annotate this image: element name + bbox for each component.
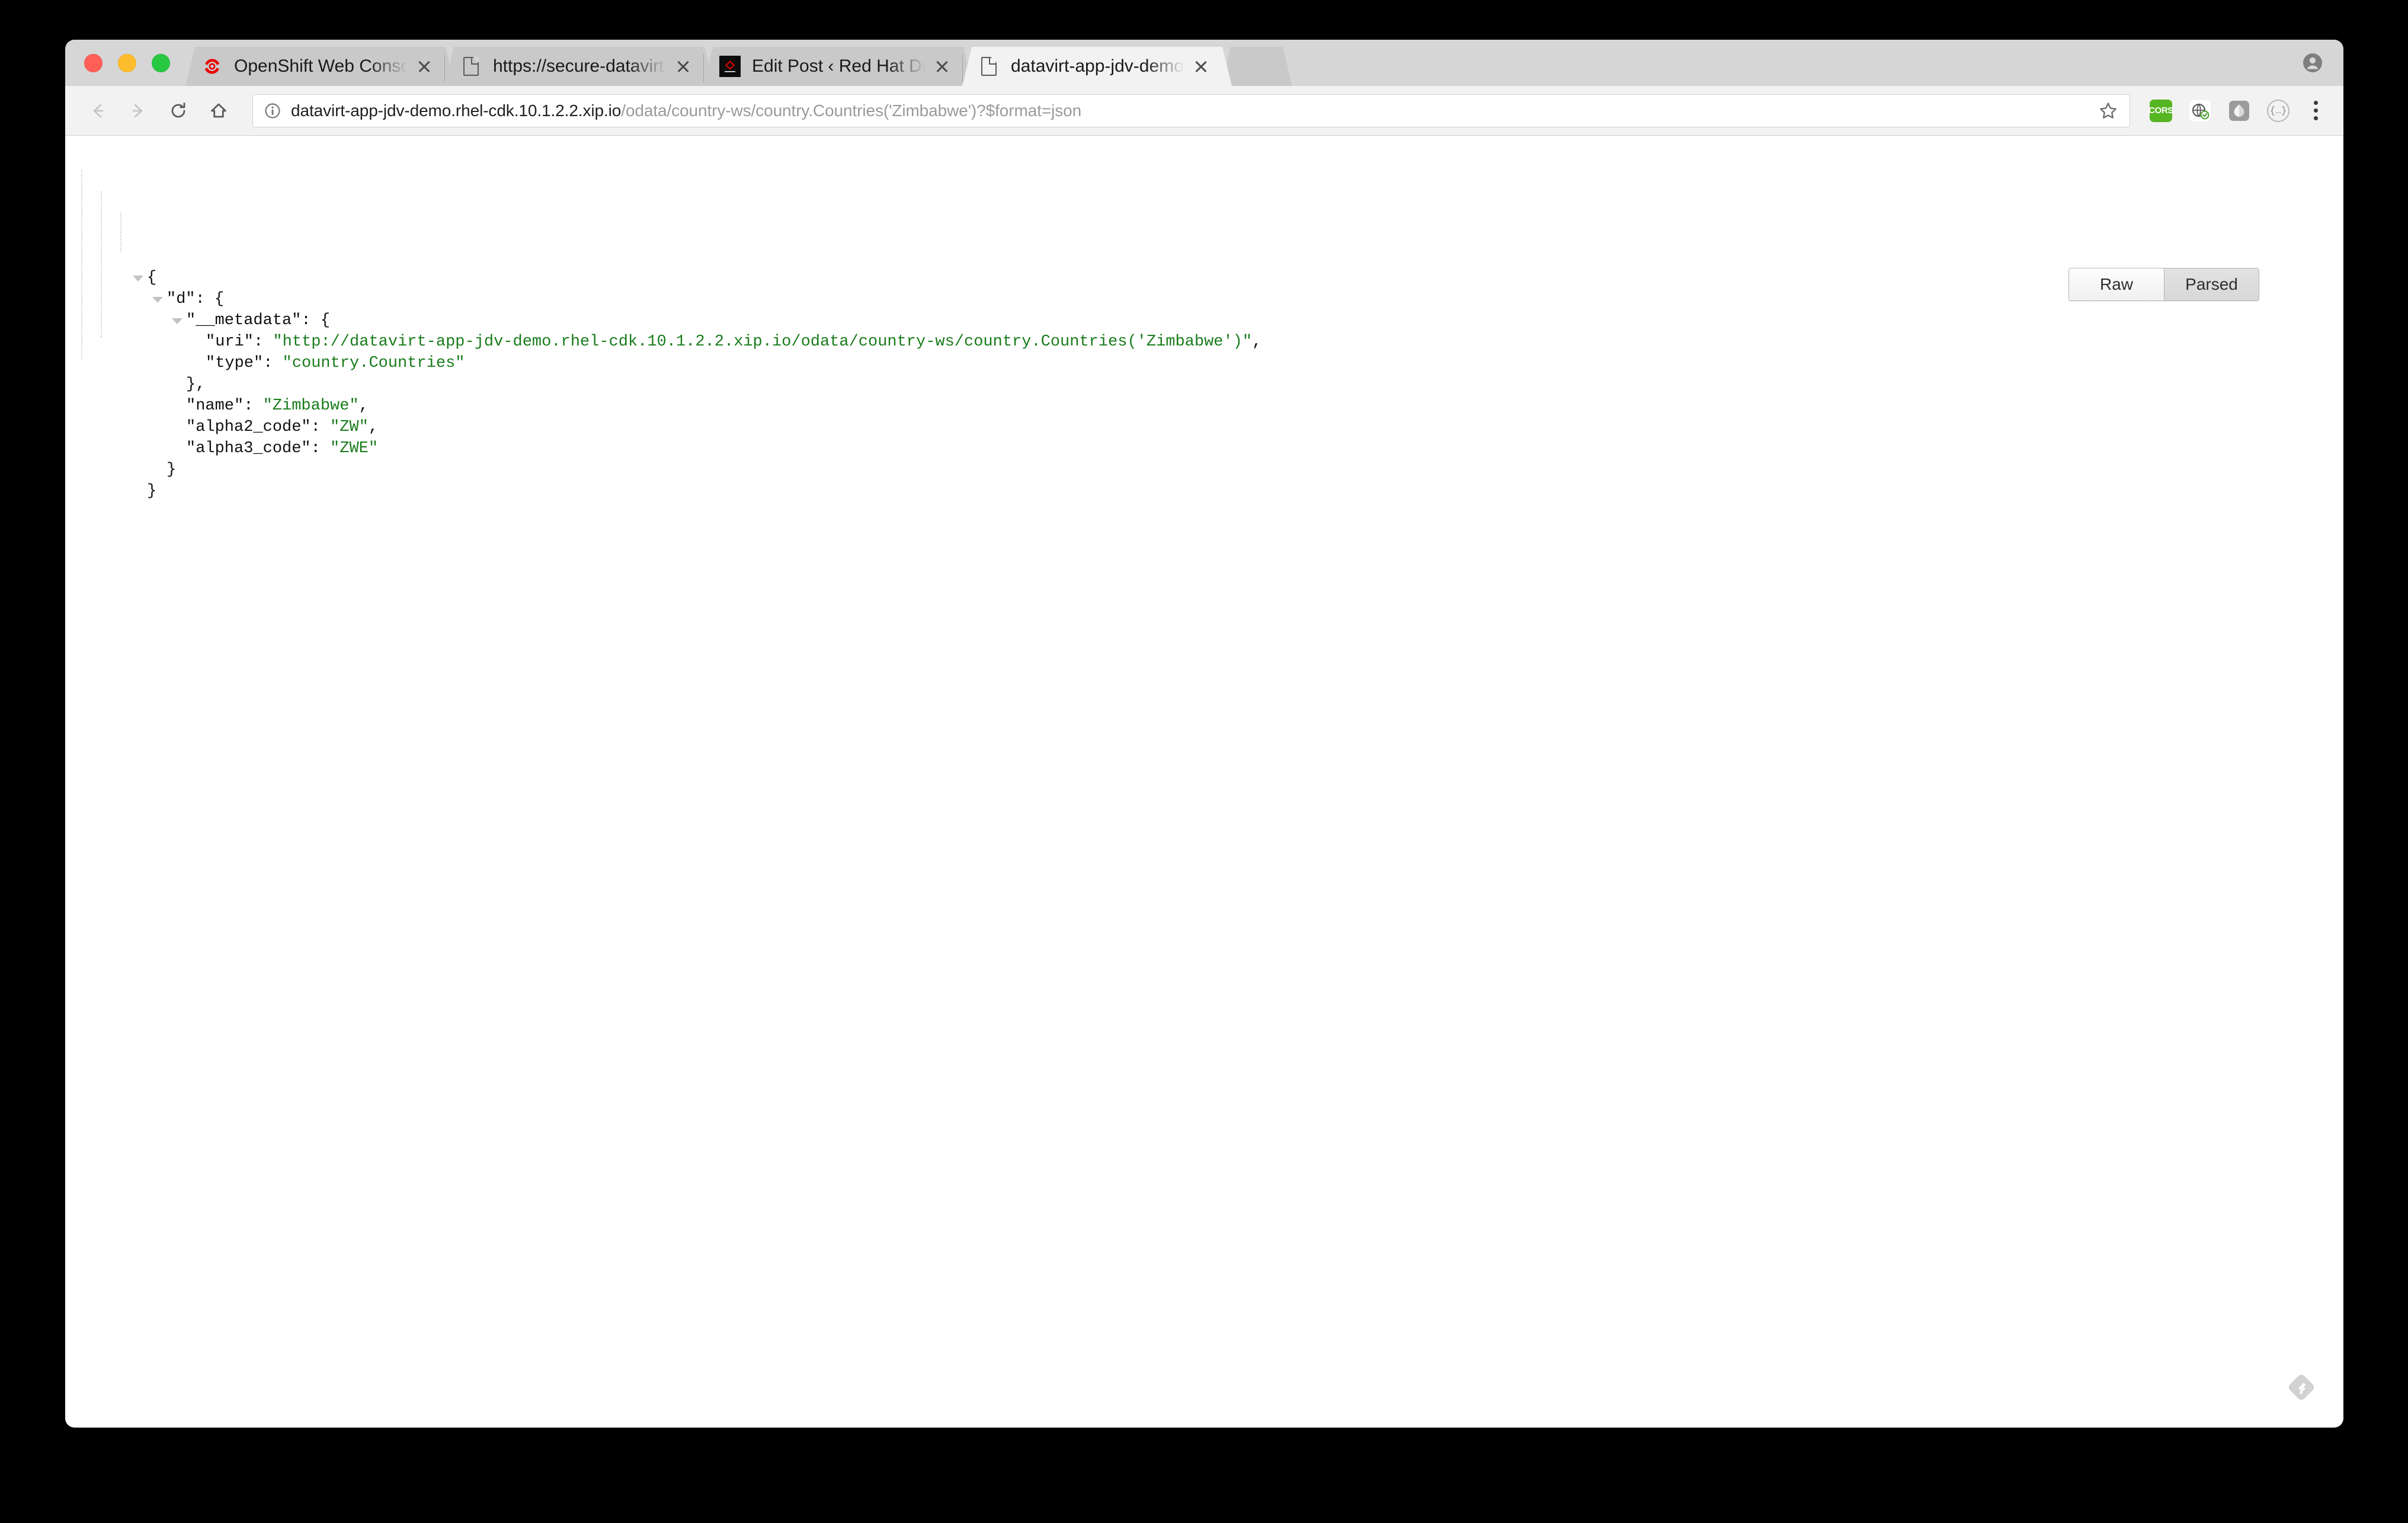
json-line: "uri": "http://datavirt-app-jdv-demo.rhe…	[142, 331, 1261, 353]
json-line: }	[142, 481, 1261, 502]
url-host: datavirt-app-jdv-demo.rhel-cdk.10.1.2.2.…	[291, 101, 622, 120]
window-close-button[interactable]	[84, 53, 103, 72]
browser-tab-edit-post[interactable]: Edit Post ‹ Red Hat Developer	[703, 47, 973, 86]
json-line: },	[142, 374, 1261, 395]
tab-close-icon[interactable]	[412, 55, 436, 78]
parsed-view-button[interactable]: Parsed	[2164, 268, 2259, 300]
json-string-value: "country.Countries"	[282, 354, 465, 372]
json-line: "alpha2_code": "ZW",	[142, 417, 1261, 438]
reload-icon[interactable]	[161, 94, 196, 128]
cors-extension-label: CORS	[2148, 99, 2173, 122]
browser-tab-openshift[interactable]: OpenShift Web Console	[185, 47, 455, 86]
json-token: "alpha2_code":	[186, 418, 331, 436]
json-token: ,	[358, 397, 369, 415]
star-icon[interactable]	[2096, 99, 2120, 123]
back-arrow-icon[interactable]	[81, 94, 115, 128]
json-line-text: "type": "country.Countries"	[142, 353, 465, 374]
json-line-text: "alpha2_code": "ZW",	[142, 417, 378, 438]
feedly-diamond-icon[interactable]	[2284, 1370, 2319, 1404]
cors-extension-icon[interactable]: CORS	[2144, 94, 2178, 127]
json-token: "uri":	[206, 333, 273, 351]
window-traffic-lights	[65, 40, 185, 86]
json-collapse-caret-icon[interactable]	[133, 276, 143, 281]
tab-title: datavirt-app-jdv-demo.rhel-cd	[1011, 56, 1184, 76]
page-doc-icon	[978, 55, 1000, 78]
browser-toolbar: datavirt-app-jdv-demo.rhel-cdk.10.1.2.2.…	[65, 86, 2343, 136]
json-viewer-extension-icon[interactable]: {…}	[2262, 94, 2295, 127]
info-circle-icon[interactable]	[264, 102, 281, 120]
page-doc-icon	[460, 55, 482, 78]
forward-arrow-icon[interactable]	[121, 94, 155, 128]
json-indent-guide	[120, 213, 121, 252]
new-tab-stub[interactable]	[1221, 47, 1292, 86]
json-token: "d": {	[166, 290, 225, 308]
tab-strip: OpenShift Web Console https://secure-dat…	[65, 40, 2343, 86]
json-line-text: {	[142, 267, 156, 289]
json-line: "alpha3_code": "ZWE"	[142, 438, 1261, 459]
three-dot-menu-icon[interactable]	[2302, 94, 2329, 127]
json-string-value: "http://datavirt-app-jdv-demo.rhel-cdk.1…	[273, 333, 1253, 351]
json-viewer: { "d": { "__metadata": { "uri": "http://dat…	[65, 136, 1261, 502]
json-token: ,	[368, 418, 379, 436]
json-indent-guide	[81, 170, 82, 359]
json-token: {	[147, 269, 157, 287]
browser-tab-secure-datavirt[interactable]: https://secure-datavirt-app-jdv	[444, 47, 714, 86]
json-line: {	[133, 267, 1261, 289]
json-token: "name":	[186, 397, 263, 415]
tabstrip-right-controls	[2300, 40, 2343, 86]
address-bar[interactable]: datavirt-app-jdv-demo.rhel-cdk.10.1.2.2.…	[252, 94, 2130, 127]
json-line: "d": {	[142, 289, 1261, 310]
json-token: ,	[1252, 333, 1262, 351]
tab-title: https://secure-datavirt-app-jdv	[493, 56, 664, 76]
json-line: "name": "Zimbabwe",	[142, 395, 1261, 417]
json-collapse-caret-icon[interactable]	[172, 318, 182, 324]
raw-view-button[interactable]: Raw	[2069, 268, 2164, 300]
json-token: "__metadata": {	[186, 312, 331, 329]
json-line-text: },	[142, 374, 205, 395]
json-line-text: "uri": "http://datavirt-app-jdv-demo.rhe…	[142, 331, 1261, 353]
json-collapse-caret-icon[interactable]	[152, 297, 163, 303]
tab-title: OpenShift Web Console	[234, 56, 408, 76]
json-viewer-label: {…}	[2267, 99, 2289, 122]
window-zoom-button[interactable]	[152, 53, 170, 72]
json-string-value: "ZWE"	[330, 440, 379, 457]
json-line-text: }	[142, 459, 176, 481]
json-line-text: "__metadata": {	[142, 310, 330, 331]
view-mode-toggle: Raw Parsed	[2068, 268, 2259, 301]
address-bar-url: datavirt-app-jdv-demo.rhel-cdk.10.1.2.2.…	[291, 101, 1081, 120]
tab-close-icon[interactable]	[1189, 55, 1213, 78]
tab-close-icon[interactable]	[671, 55, 695, 78]
tab-list: OpenShift Web Console https://secure-dat…	[185, 40, 2343, 86]
json-line: "type": "country.Countries"	[142, 353, 1261, 374]
json-string-value: "Zimbabwe"	[262, 397, 359, 415]
json-token: "type":	[206, 354, 283, 372]
json-token: },	[186, 376, 206, 393]
tab-title: Edit Post ‹ Red Hat Developer	[752, 56, 922, 76]
browser-window: OpenShift Web Console https://secure-dat…	[65, 40, 2343, 1428]
browser-tab-datavirt-json[interactable]: datavirt-app-jdv-demo.rhel-cd	[962, 47, 1232, 86]
openshift-logo-icon	[201, 55, 223, 78]
json-line-text: "name": "Zimbabwe",	[142, 395, 369, 417]
json-line: "__metadata": {	[142, 310, 1261, 331]
json-indent-guide	[101, 191, 102, 337]
json-token: }	[147, 482, 157, 500]
window-minimize-button[interactable]	[118, 53, 136, 72]
url-path: /odata/country-ws/country.Countries('Zim…	[621, 101, 1082, 120]
json-token: }	[166, 461, 177, 479]
globe-check-extension-icon[interactable]	[2183, 94, 2217, 127]
page-content: Raw Parsed { "d": { "__metadata": { "uri": …	[65, 136, 2343, 1427]
json-line: }	[142, 459, 1261, 481]
json-token: "alpha3_code":	[186, 440, 331, 457]
tab-close-icon[interactable]	[930, 55, 954, 78]
json-line-text: }	[142, 481, 156, 502]
shield-droplet-extension-icon[interactable]	[2223, 94, 2256, 127]
json-line-text: "alpha3_code": "ZWE"	[142, 438, 378, 459]
json-string-value: "ZW"	[330, 418, 369, 436]
home-icon[interactable]	[201, 94, 236, 128]
red-hat-developers-icon	[719, 55, 741, 78]
profile-avatar-icon[interactable]	[2300, 50, 2326, 76]
